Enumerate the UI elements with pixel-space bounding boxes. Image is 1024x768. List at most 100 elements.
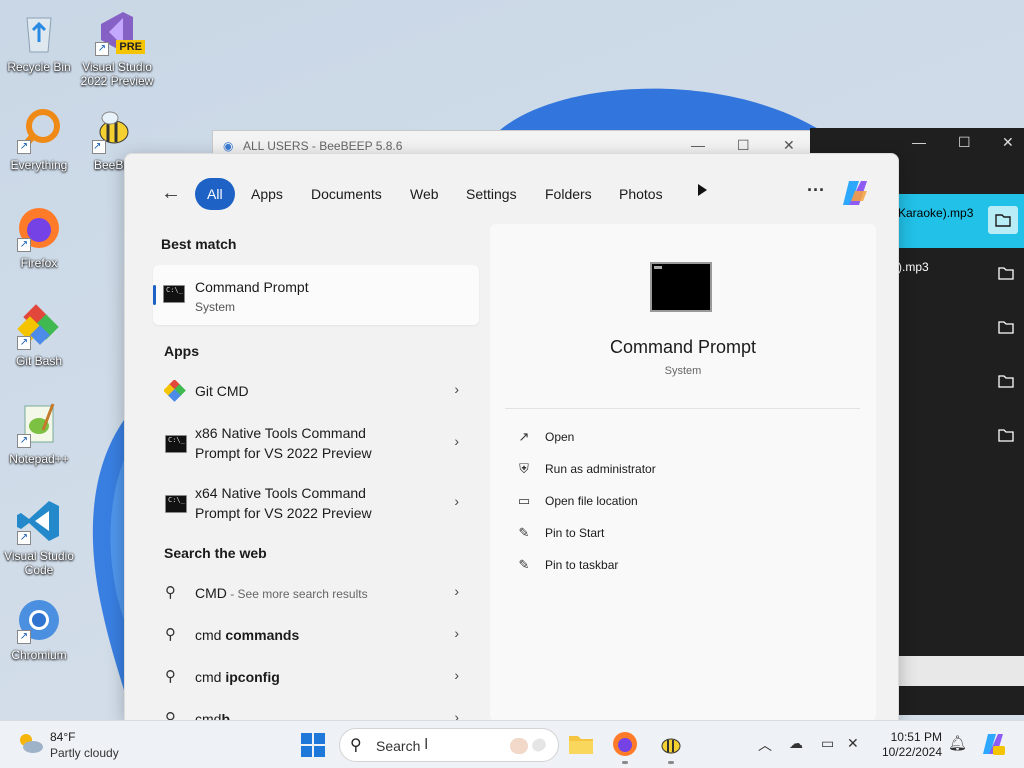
everything-search-icon: ↗ (15, 106, 63, 154)
open-external-icon: ↗ (518, 429, 530, 444)
maximize-icon[interactable]: ☐ (958, 134, 971, 151)
web-result-cmdb[interactable]: ⚲ cmdb › (153, 700, 479, 720)
more-horizontal-icon[interactable]: ··· (807, 180, 825, 201)
firefox-icon[interactable] (610, 729, 640, 759)
app-result-git-cmd[interactable]: Git CMD › (153, 367, 479, 415)
preview-divider (505, 408, 860, 409)
visual-studio-icon: PRE ↗ (93, 8, 145, 56)
preview-title: Command Prompt (609, 337, 757, 357)
chevron-right-icon[interactable]: › (454, 709, 459, 720)
notification-bell-icon[interactable]: 🔔︎ (948, 734, 967, 752)
bee-icon[interactable] (656, 729, 686, 759)
taskbar-clock[interactable]: 10:51 PM 10/22/2024 (876, 730, 942, 760)
app-result-title-line2: Prompt for VS 2022 Preview (195, 445, 372, 461)
file-row[interactable] (898, 356, 1024, 410)
beebeep-app-icon: ◉ (223, 139, 234, 153)
maximize-icon[interactable]: ☐ (737, 137, 750, 154)
minimize-icon[interactable]: — (691, 137, 705, 153)
action-label: Pin to taskbar (545, 558, 619, 572)
folder-icon[interactable] (998, 320, 1014, 334)
window-bottom-strip (898, 656, 1024, 686)
volume-muted-icon[interactable]: ✕ (847, 735, 859, 752)
file-row[interactable] (898, 410, 1024, 464)
file-explorer-icon[interactable] (566, 729, 596, 759)
desktop-icon-label: Notepad++ (9, 452, 69, 466)
tab-apps[interactable]: Apps (239, 178, 295, 210)
web-result-text: CMD - See more search results (195, 583, 368, 604)
app-result-x64-native-tools[interactable]: C:\_ x64 Native Tools Command Prompt for… (153, 477, 479, 533)
desktop-icon-notepad-plus-plus[interactable]: ↗ Notepad++ (2, 400, 76, 466)
chevron-right-icon[interactable]: › (454, 381, 459, 397)
tab-folders[interactable]: Folders (533, 178, 604, 210)
chevron-right-icon[interactable]: › (454, 667, 459, 683)
best-match-title: Command Prompt (195, 279, 309, 295)
web-result-cmd[interactable]: ⚲ CMD - See more search results › (153, 574, 479, 612)
shortcut-arrow-icon: ↗ (17, 140, 31, 154)
chevron-right-icon[interactable]: › (454, 493, 459, 509)
tab-settings[interactable]: Settings (454, 178, 529, 210)
chevron-right-icon[interactable]: › (454, 625, 459, 641)
desktop-icon-git-bash[interactable]: ↗ Git Bash (2, 302, 76, 368)
taskbar-search-box[interactable]: ⚲ Search I (339, 728, 559, 762)
search-highlight-art-icon (510, 738, 528, 754)
cloud-offline-icon[interactable]: ☁ (789, 735, 803, 752)
action-label: Open file location (545, 494, 638, 508)
chevron-up-icon[interactable]: ︿ (758, 735, 772, 755)
desktop-icon-recycle-bin[interactable]: Recycle Bin (2, 8, 76, 74)
open-folder-button[interactable] (988, 206, 1018, 234)
command-prompt-icon: C:\_ (165, 495, 187, 513)
web-result-text: cmd ipconfig (195, 667, 280, 687)
file-row-selected[interactable]: Karaoke).mp3 (898, 194, 1024, 248)
shortcut-arrow-icon: ↗ (17, 531, 31, 545)
beebeep-window-title: ALL USERS - BeeBEEP 5.8.6 (243, 139, 403, 153)
web-result-prefix: cmd (195, 627, 226, 643)
shortcut-arrow-icon: ↗ (92, 140, 106, 154)
bee-icon: ↗ (90, 106, 136, 154)
desktop-icon-label: Git Bash (15, 354, 63, 368)
app-result-title-line1: x86 Native Tools Command (195, 425, 366, 441)
minimize-icon[interactable]: — (912, 134, 926, 150)
desktop-icon-visual-studio-2022-preview[interactable]: PRE ↗ Visual Studio 2022 Preview (80, 8, 154, 88)
desktop-icon-visual-studio-code[interactable]: ↗ Visual Studio Code (2, 497, 76, 577)
network-icon[interactable]: ▭ (821, 735, 834, 752)
tab-photos[interactable]: Photos (607, 178, 675, 210)
apps-heading: Apps (164, 343, 199, 359)
folder-icon[interactable] (998, 374, 1014, 388)
tab-all[interactable]: All (195, 178, 235, 210)
desktop-icon-chromium[interactable]: ↗ Chromium (2, 596, 76, 662)
tab-documents[interactable]: Documents (299, 178, 394, 210)
windows-start-icon[interactable] (301, 733, 325, 757)
copilot-icon[interactable] (839, 177, 871, 209)
taskbar: 84°F Partly cloudy ⚲ Search I ︿ ☁ ▭ ✕ 10… (0, 720, 1024, 768)
preview-subtitle: System (664, 365, 702, 377)
shield-icon: ⛨ (519, 461, 529, 476)
file-row[interactable] (898, 302, 1024, 356)
close-icon[interactable]: ✕ (783, 137, 795, 154)
web-result-prefix: cmd (195, 669, 226, 685)
desktop-icon-firefox[interactable]: ↗ Firefox (2, 204, 76, 270)
running-indicator (622, 761, 628, 764)
folder-icon[interactable] (998, 428, 1014, 442)
more-tabs-play-icon[interactable] (698, 184, 707, 196)
folder-icon[interactable] (998, 266, 1014, 280)
web-result-bold: ipconfig (225, 669, 280, 685)
desktop-icon-label: Recycle Bin (7, 60, 71, 74)
chevron-right-icon[interactable]: › (454, 583, 459, 599)
arrow-left-icon[interactable]: ← (161, 182, 181, 205)
desktop-icon-everything[interactable]: ↗ Everything (2, 106, 76, 172)
desktop-icon-label: Everything (10, 158, 68, 172)
command-prompt-large-icon (650, 262, 712, 312)
web-result-cmd-commands[interactable]: ⚲ cmd commands › (153, 616, 479, 654)
close-icon[interactable]: ✕ (1002, 134, 1014, 151)
copilot-icon[interactable] (980, 731, 1006, 757)
best-match-command-prompt[interactable]: C:\_ Command Prompt System (153, 265, 479, 325)
result-preview-pane: Command Prompt System ↗ Open ⛨ Run as ad… (490, 224, 876, 720)
tab-web[interactable]: Web (398, 178, 451, 210)
web-result-bold: commands (225, 627, 300, 643)
app-result-x86-native-tools[interactable]: C:\_ x86 Native Tools Command Prompt for… (153, 417, 479, 473)
taskbar-search-placeholder: Search (376, 738, 421, 754)
chevron-right-icon[interactable]: › (454, 433, 459, 449)
web-result-cmd-ipconfig[interactable]: ⚲ cmd ipconfig › (153, 658, 479, 696)
file-row[interactable]: ).mp3 (898, 248, 1024, 302)
chromium-icon: ↗ (15, 596, 63, 644)
